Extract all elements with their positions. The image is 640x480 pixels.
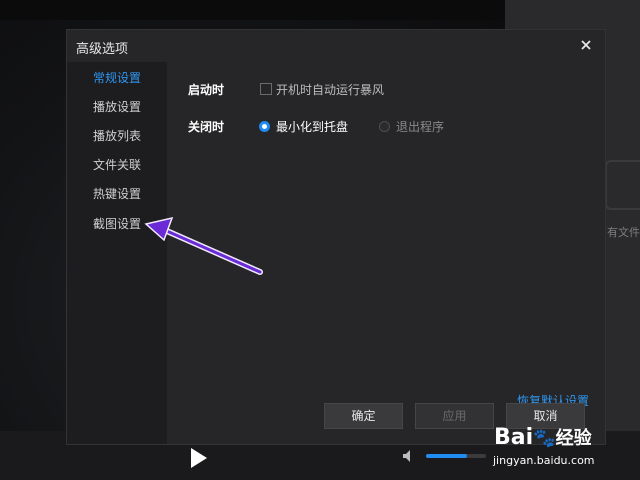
options-sidebar: 常规设置 播放设置 播放列表 文件关联 热键设置 截图设置	[67, 62, 167, 444]
close-label: 关闭时	[188, 120, 225, 134]
empty-playlist-icon	[605, 160, 640, 210]
exit-program-label: 退出程序	[396, 120, 445, 134]
sidebar-item-playback[interactable]: 播放设置	[93, 98, 141, 115]
autorun-checkbox[interactable]	[260, 83, 272, 95]
exit-program-radio[interactable]	[379, 121, 390, 132]
watermark-url: jingyan.baidu.com	[493, 454, 595, 467]
play-icon[interactable]	[191, 448, 207, 468]
volume-slider[interactable]	[426, 454, 486, 458]
sidebar-item-file-association[interactable]: 文件关联	[93, 156, 141, 173]
dialog-title: 高级选项	[76, 42, 129, 57]
apply-button[interactable]: 应用	[415, 403, 494, 429]
minimize-to-tray-radio[interactable]	[259, 121, 270, 132]
dialog-titlebar: 高级选项	[67, 30, 605, 62]
options-content: 启动时 开机时自动运行暴风 关闭时 最小化到托盘 退出程序 恢复默认设置	[167, 62, 605, 444]
startup-label: 启动时	[188, 83, 225, 97]
sidebar-item-general[interactable]: 常规设置	[93, 69, 141, 86]
player-top-strip	[0, 0, 505, 20]
minimize-to-tray-label: 最小化到托盘	[276, 120, 349, 134]
playlist-empty-text: 有文件	[607, 226, 640, 239]
advanced-options-dialog: 高级选项 常规设置 播放设置 播放列表 文件关联 热键设置 截图设置 启动时 开…	[66, 29, 606, 445]
sidebar-item-hotkeys[interactable]: 热键设置	[93, 185, 141, 202]
close-icon[interactable]	[579, 38, 593, 52]
volume-slider-fill	[426, 454, 467, 458]
sidebar-item-playlist[interactable]: 播放列表	[93, 127, 141, 144]
autorun-label: 开机时自动运行暴风	[276, 83, 385, 97]
sidebar-item-screenshot[interactable]: 截图设置	[93, 215, 141, 232]
volume-icon[interactable]	[402, 449, 416, 463]
baidu-jingyan-watermark: Bai🐾经验 jingyan.baidu.com	[490, 424, 640, 480]
watermark-logo: Bai🐾经验	[494, 425, 592, 450]
ok-button[interactable]: 确定	[324, 403, 403, 429]
